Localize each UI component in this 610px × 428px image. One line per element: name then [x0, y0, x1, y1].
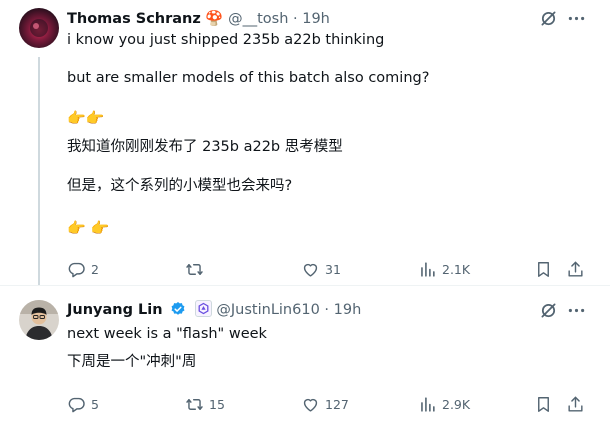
- like-icon: [303, 398, 318, 412]
- views-button[interactable]: 2.9K: [418, 392, 470, 416]
- repost-button[interactable]: 15: [185, 392, 225, 416]
- like-button[interactable]: 127: [301, 392, 349, 416]
- share-button[interactable]: [566, 392, 585, 416]
- bookmark-icon: [538, 261, 549, 277]
- like-count: 31: [325, 261, 341, 277]
- share-icon: [568, 396, 583, 412]
- avatar-image: [19, 300, 59, 340]
- avatar-junyang-lin[interactable]: [19, 300, 59, 340]
- reply-button[interactable]: 5: [67, 392, 99, 416]
- reply-button[interactable]: 2: [67, 257, 99, 281]
- thread-connector-line: [38, 57, 40, 286]
- display-name[interactable]: Thomas Schranz: [67, 11, 201, 27]
- more-options-icon[interactable]: [566, 8, 587, 30]
- affiliation-badge-icon[interactable]: [194, 300, 212, 317]
- text-line: next week is a "flash" week: [67, 326, 267, 342]
- views-count: 2.9K: [442, 396, 471, 412]
- repost-icon: [186, 263, 203, 275]
- share-icon: [568, 261, 583, 277]
- display-name[interactable]: Junyang Lin: [67, 302, 163, 318]
- verified-badge-icon[interactable]: [170, 301, 186, 317]
- tweet-actions: 5 15 127 2.9K: [67, 392, 592, 416]
- views-count: 2.1K: [442, 261, 471, 277]
- pointing-emoji: 👉👉: [67, 109, 105, 127]
- reply-icon: [68, 397, 85, 412]
- text-line: 下周是一个"冲刺"周: [67, 354, 197, 370]
- views-button[interactable]: 2.1K: [418, 257, 470, 281]
- tweet-header: Junyang Lin @JustinLin610 · 19h: [67, 300, 361, 320]
- separator-dot: ·: [324, 302, 330, 318]
- separator-dot: ·: [293, 11, 298, 27]
- timestamp[interactable]: 19h: [302, 11, 330, 27]
- text-line: 我知道你刚刚发布了 235b a22b 思考模型: [67, 139, 343, 155]
- grok-icon[interactable]: [538, 8, 559, 30]
- user-handle[interactable]: @JustinLin610: [216, 302, 319, 318]
- pointing-emoji: 👉 👉: [67, 219, 110, 237]
- like-count: 127: [325, 396, 349, 412]
- text-line: i know you just shipped 235b a22b thinki…: [67, 32, 385, 48]
- reply-icon: [68, 262, 85, 277]
- tweet-actions: 2 31 2.1K: [67, 257, 592, 281]
- mushroom-emoji: 🍄: [205, 11, 224, 27]
- tweet-junyang-lin[interactable]: Junyang Lin @JustinLin610 · 19h next wee…: [0, 286, 610, 428]
- bookmark-button[interactable]: [534, 392, 553, 416]
- views-icon: [421, 396, 435, 412]
- tweet-thomas-schranz[interactable]: Thomas Schranz 🍄 @__tosh · 19h i know yo…: [0, 0, 610, 286]
- tweet-header: Thomas Schranz 🍄 @__tosh · 19h: [67, 9, 330, 29]
- text-line: but are smaller models of this batch als…: [67, 70, 430, 86]
- more-options-icon[interactable]: [566, 300, 587, 322]
- repost-count: 15: [209, 396, 225, 412]
- share-button[interactable]: [566, 257, 585, 281]
- views-icon: [421, 261, 435, 277]
- grok-icon[interactable]: [538, 300, 559, 322]
- avatar-thomas-schranz[interactable]: [19, 8, 59, 48]
- bookmark-icon: [538, 396, 549, 412]
- like-icon: [303, 263, 318, 277]
- like-button[interactable]: 31: [301, 257, 341, 281]
- user-handle[interactable]: @__tosh: [228, 11, 288, 27]
- bookmark-button[interactable]: [534, 257, 553, 281]
- avatar-image: [19, 8, 59, 48]
- reply-count: 2: [91, 261, 99, 277]
- repost-button[interactable]: [185, 257, 209, 281]
- repost-icon: [186, 398, 203, 410]
- reply-count: 5: [91, 396, 99, 412]
- timestamp[interactable]: 19h: [334, 302, 362, 318]
- text-line: 但是，这个系列的小模型也会来吗?: [67, 178, 293, 194]
